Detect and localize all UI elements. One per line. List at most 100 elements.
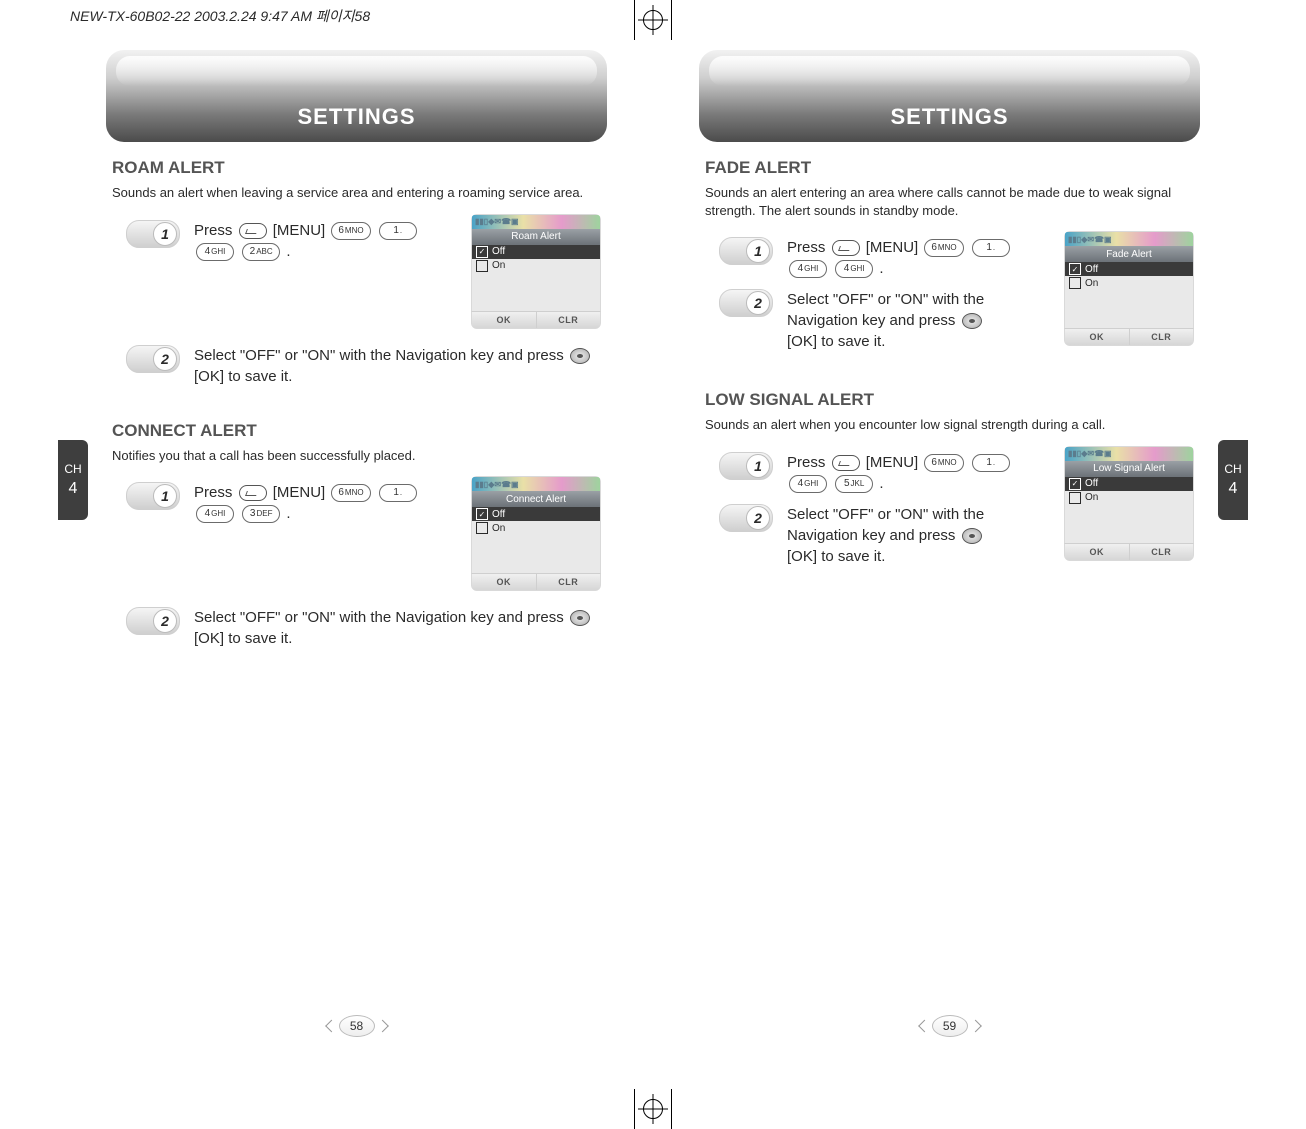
t: Select "OFF" or "ON" with the Navigation…: [787, 506, 984, 544]
screen-clr-button: CLR: [536, 574, 601, 590]
nav-key-icon: [570, 610, 590, 626]
step-2: 2 Select "OFF" or "ON" with the Navigati…: [112, 345, 601, 387]
phone-screen-fade: ▮▮▯◆✉☎▣ Fade Alert ✓Off On OK CLR: [1064, 231, 1194, 346]
screen-ok-button: OK: [1065, 544, 1129, 560]
key-6-icon: 6MNO: [924, 239, 963, 257]
screen-title: Roam Alert: [471, 229, 601, 245]
t: Select "OFF" or "ON" with the Navigation…: [194, 609, 568, 626]
header-panel: SETTINGS: [106, 50, 607, 142]
step-1: 1 Press [MENU] 6MNO 1. 4GHI 4GHI .: [705, 237, 1046, 279]
chapter-number: 4: [1229, 480, 1238, 498]
step-text: Select "OFF" or "ON" with the Navigation…: [194, 345, 601, 387]
t: to save it.: [228, 630, 292, 647]
key-6-icon: 6MNO: [331, 222, 370, 240]
screen-clr-button: CLR: [1129, 544, 1194, 560]
key-6-icon: 6MNO: [331, 484, 370, 502]
header-panel: SETTINGS: [699, 50, 1200, 142]
chapter-tab-right: CH 4: [1218, 440, 1248, 520]
section-title: CONNECT ALERT: [112, 421, 601, 441]
step-text: Select "OFF" or "ON" with the Navigation…: [787, 504, 1046, 567]
screen-option-on: On: [472, 259, 600, 273]
t: Select "OFF" or "ON" with the Navigation…: [787, 291, 984, 329]
softkey-icon: [239, 485, 267, 501]
right-page: CH 4 SETTINGS FADE ALERT Sounds an alert…: [653, 40, 1246, 1045]
t: Press: [194, 484, 237, 501]
phone-screen-roam: ▮▮▯◆✉☎▣ Roam Alert ✓Off On OK CLR: [471, 214, 601, 329]
step-badge: 1: [126, 220, 180, 248]
phone-screen-connect: ▮▮▯◆✉☎▣ Connect Alert ✓Off On OK CLR: [471, 476, 601, 591]
screen-option-off: ✓Off: [1065, 477, 1193, 491]
screen-title: Fade Alert: [1064, 246, 1194, 262]
section-low-signal-alert: LOW SIGNAL ALERT Sounds an alert when yo…: [705, 390, 1194, 575]
section-title: FADE ALERT: [705, 158, 1194, 178]
t: to save it.: [821, 333, 885, 350]
step-text: Select "OFF" or "ON" with the Navigation…: [194, 607, 601, 649]
section-desc: Sounds an alert when you encounter low s…: [705, 416, 1194, 434]
menu-label: [MENU]: [866, 454, 919, 471]
screen-clr-button: CLR: [536, 312, 601, 328]
menu-label: [MENU]: [273, 222, 326, 239]
ok-label: [OK]: [787, 548, 817, 565]
step-badge: 1: [719, 237, 773, 265]
screen-ok-button: OK: [472, 574, 536, 590]
step-2: 2 Select "OFF" or "ON" with the Navigati…: [705, 289, 1046, 352]
section-desc: Sounds an alert entering an area where c…: [705, 184, 1194, 219]
chapter-tab-left: CH 4: [58, 440, 88, 520]
print-slug: NEW-TX-60B02-22 2003.2.24 9:47 AM 페이지58: [70, 6, 370, 26]
step-badge: 2: [719, 289, 773, 317]
section-fade-alert: FADE ALERT Sounds an alert entering an a…: [705, 158, 1194, 360]
key-4-icon: 4GHI: [196, 505, 234, 523]
step-badge: 2: [126, 607, 180, 635]
screen-ok-button: OK: [472, 312, 536, 328]
t: Select "OFF" or "ON" with the Navigation…: [194, 347, 568, 364]
ok-label: [OK]: [787, 333, 817, 350]
key-1-icon: 1.: [379, 484, 417, 502]
key-6-icon: 6MNO: [924, 454, 963, 472]
step-1: 1 Press [MENU] 6MNO 1. 4GHI 3DEF .: [112, 482, 453, 524]
nav-key-icon: [962, 313, 982, 329]
menu-label: [MENU]: [273, 484, 326, 501]
phone-screen-low-signal: ▮▮▯◆✉☎▣ Low Signal Alert ✓Off On OK CLR: [1064, 446, 1194, 561]
screen-option-on: On: [1065, 276, 1193, 290]
key-5-icon: 5JKL: [835, 475, 873, 493]
section-title: LOW SIGNAL ALERT: [705, 390, 1194, 410]
key-1-icon: 1.: [972, 239, 1010, 257]
step-1: 1 Press [MENU] 6MNO 1. 4GHI 2ABC .: [112, 220, 453, 262]
key-3-icon: 3DEF: [242, 505, 280, 523]
step-text: Press [MENU] 6MNO 1. 4GHI 3DEF .: [194, 482, 453, 524]
key-4-icon: 4GHI: [196, 243, 234, 261]
section-desc: Sounds an alert when leaving a service a…: [112, 184, 601, 202]
step-text: Press [MENU] 6MNO 1. 4GHI 2ABC .: [194, 220, 453, 262]
screen-status-icons: ▮▮▯◆✉☎▣: [471, 476, 601, 491]
screen-option-off: ✓Off: [472, 507, 600, 521]
t: to save it.: [821, 548, 885, 565]
key-1-icon: 1.: [379, 222, 417, 240]
key-4-icon: 4GHI: [789, 260, 827, 278]
header-title: SETTINGS: [106, 104, 607, 130]
chapter-label: CH: [64, 463, 81, 476]
screen-option-off: ✓Off: [472, 245, 600, 259]
step-badge: 1: [719, 452, 773, 480]
step-text: Select "OFF" or "ON" with the Navigation…: [787, 289, 1046, 352]
t: Press: [787, 239, 830, 256]
t: .: [286, 505, 290, 522]
section-connect-alert: CONNECT ALERT Notifies you that a call h…: [112, 421, 601, 650]
softkey-icon: [832, 455, 860, 471]
t: .: [879, 475, 883, 492]
screen-clr-button: CLR: [1129, 329, 1194, 345]
key-4-icon: 4GHI: [789, 475, 827, 493]
screen-option-on: On: [472, 521, 600, 535]
section-roam-alert: ROAM ALERT Sounds an alert when leaving …: [112, 158, 601, 387]
t: .: [286, 243, 290, 260]
chapter-number: 4: [69, 480, 78, 498]
left-page: CH 4 SETTINGS ROAM ALERT Sounds an alert…: [60, 40, 653, 1045]
header-title: SETTINGS: [699, 104, 1200, 130]
section-title: ROAM ALERT: [112, 158, 601, 178]
nav-key-icon: [962, 528, 982, 544]
t: to save it.: [228, 368, 292, 385]
screen-option-on: On: [1065, 491, 1193, 505]
registration-mark-bottom: [626, 1089, 680, 1129]
screen-status-icons: ▮▮▯◆✉☎▣: [471, 214, 601, 229]
step-2: 2 Select "OFF" or "ON" with the Navigati…: [705, 504, 1046, 567]
ok-label: [OK]: [194, 368, 224, 385]
